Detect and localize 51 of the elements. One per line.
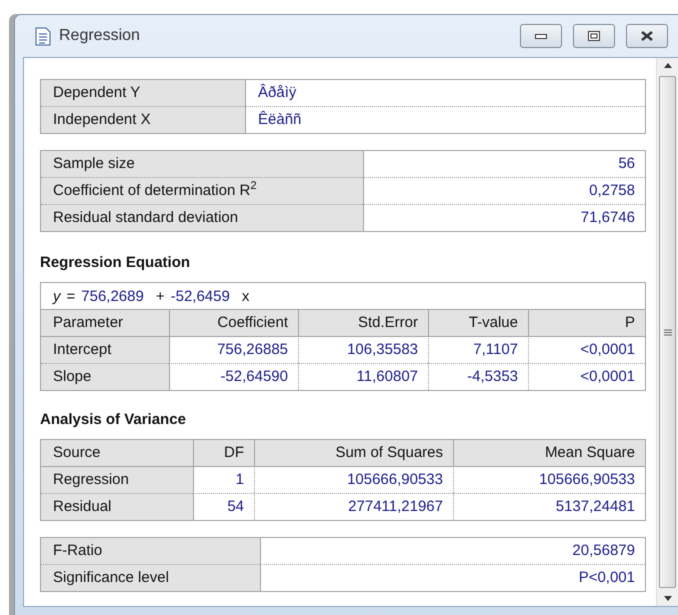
row-value: 71,6746 [363, 204, 645, 231]
table-cell: -52,64590 [169, 363, 298, 390]
row-label: Coefficient of determination R$^{2}$ [41, 177, 363, 204]
column-header: Parameter [41, 309, 169, 336]
close-icon [640, 31, 654, 41]
row-label: Regression [41, 466, 193, 493]
document-icon [35, 26, 51, 46]
table-cell: 105666,90533 [453, 466, 645, 493]
window-title: Regression [59, 27, 141, 45]
column-header: Coefficient [169, 309, 298, 336]
grip-icon [664, 328, 672, 336]
row-label: Sample size [41, 151, 363, 177]
table-cell: 11,60807 [298, 363, 428, 390]
regression-equation: y = 756,2689 + -52,6459 x [51, 286, 250, 306]
table-cell: 106,35583 [298, 336, 428, 363]
close-button[interactable] [626, 24, 668, 48]
row-label: Dependent Y [41, 80, 245, 106]
section-heading: Analysis of Variance [40, 411, 187, 428]
column-header: P [528, 309, 645, 336]
table-cell: <0,0001 [528, 336, 645, 363]
table-cell: 105666,90533 [254, 466, 453, 493]
row-label: Independent X [41, 106, 245, 133]
section-heading: Regression Equation [40, 254, 192, 271]
row-label: Slope [41, 363, 169, 390]
table-cell: 1 [193, 466, 254, 493]
column-header: Sum of Squares [254, 440, 453, 466]
column-header: Mean Square [453, 440, 645, 466]
row-value: P<0,001 [260, 564, 645, 591]
column-header: Source [41, 440, 193, 466]
row-label: F-Ratio [41, 538, 260, 564]
row-label: Significance level [41, 564, 260, 591]
table-cell: -4,5353 [428, 363, 528, 390]
table-cell: 7,1107 [428, 336, 528, 363]
minimize-button[interactable] [520, 24, 562, 48]
row-label: Residual standard deviation [41, 204, 363, 231]
table-cell: 277411,21967 [254, 493, 453, 520]
minimize-icon [535, 33, 547, 39]
column-header: Std.Error [298, 309, 428, 336]
table-cell: 756,26885 [169, 336, 298, 363]
column-header: DF [193, 440, 254, 466]
row-label: Residual [41, 493, 193, 520]
table-cell: 54 [193, 493, 254, 520]
maximize-icon [588, 31, 600, 41]
table-cell: <0,0001 [528, 363, 645, 390]
row-label: Intercept [41, 336, 169, 363]
scrollbar-thumb[interactable] [659, 76, 676, 588]
table-cell: 5137,24481 [453, 493, 645, 520]
column-header: T-value [428, 309, 528, 336]
maximize-button[interactable] [573, 24, 615, 48]
row-value: 0,2758 [363, 177, 645, 204]
row-value: Êëàññ [245, 106, 645, 133]
